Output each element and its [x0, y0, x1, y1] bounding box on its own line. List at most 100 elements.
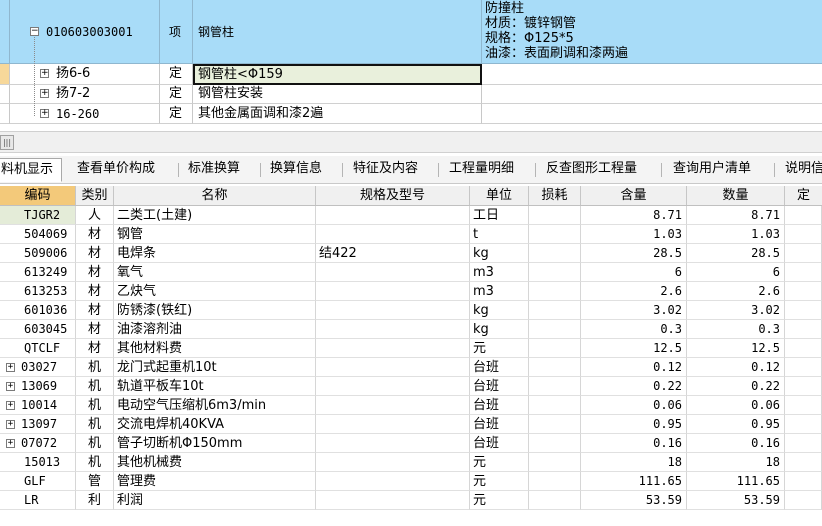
cell-fixed[interactable] [785, 282, 822, 301]
cell-name[interactable]: 利润 [114, 491, 316, 510]
quota-code-cell[interactable]: + 扬7-2 [10, 85, 160, 104]
cell-content[interactable]: 0.06 [581, 396, 687, 415]
cell-code[interactable]: GLF [0, 472, 76, 491]
cell-unit[interactable]: 台班 [470, 358, 529, 377]
cell-unit[interactable]: 元 [470, 339, 529, 358]
header-category[interactable]: 类别 [76, 186, 114, 205]
quota-desc-cell[interactable] [482, 85, 822, 104]
quota-code-cell[interactable]: + 扬6-6 [10, 64, 160, 85]
cell-name[interactable]: 二类工(土建) [114, 206, 316, 225]
cell-unit[interactable]: 台班 [470, 415, 529, 434]
cell-name[interactable]: 乙炔气 [114, 282, 316, 301]
cell-quantity[interactable]: 1.03 [687, 225, 785, 244]
cell-content[interactable]: 0.22 [581, 377, 687, 396]
cell-content[interactable]: 53.59 [581, 491, 687, 510]
table-row[interactable]: +13097 机 交流电焊机40KVA 台班 0.95 0.95 [0, 415, 822, 434]
cell-unit[interactable]: 台班 [470, 434, 529, 453]
cell-loss[interactable] [529, 472, 581, 491]
horizontal-scrollbar[interactable]: ||| [0, 131, 822, 153]
table-row[interactable]: 15013 机 其他机械费 元 18 18 [0, 453, 822, 472]
cell-spec[interactable] [316, 358, 470, 377]
expand-icon[interactable]: + [6, 382, 15, 391]
cell-spec[interactable] [316, 263, 470, 282]
cell-category[interactable]: 材 [76, 244, 114, 263]
cell-quantity[interactable]: 53.59 [687, 491, 785, 510]
cell-quantity[interactable]: 3.02 [687, 301, 785, 320]
cell-name[interactable]: 交流电焊机40KVA [114, 415, 316, 434]
tab-description[interactable]: 说明信 [785, 158, 822, 182]
table-row[interactable]: LR 利 利润 元 53.59 53.59 [0, 491, 822, 510]
cell-name[interactable]: 轨道平板车10t [114, 377, 316, 396]
cell-content[interactable]: 0.95 [581, 415, 687, 434]
cell-unit[interactable]: 台班 [470, 377, 529, 396]
tab-standard-conversion[interactable]: 标准换算 [188, 158, 240, 182]
cell-code[interactable]: 504069 [0, 225, 76, 244]
cell-content[interactable]: 0.16 [581, 434, 687, 453]
cell-category[interactable]: 材 [76, 301, 114, 320]
cell-content[interactable]: 0.12 [581, 358, 687, 377]
table-row[interactable]: 603045 材 油漆溶剂油 kg 0.3 0.3 [0, 320, 822, 339]
cell-spec[interactable] [316, 453, 470, 472]
table-row[interactable]: +13069 机 轨道平板车10t 台班 0.22 0.22 [0, 377, 822, 396]
tab-graphic-quantity[interactable]: 反查图形工程量 [546, 158, 637, 182]
cell-loss[interactable] [529, 263, 581, 282]
table-row[interactable]: +07072 机 管子切断机Φ150mm 台班 0.16 0.16 [0, 434, 822, 453]
cell-code[interactable]: 509006 [0, 244, 76, 263]
cell-quantity[interactable]: 0.16 [687, 434, 785, 453]
table-row[interactable]: +03027 机 龙门式起重机10t 台班 0.12 0.12 [0, 358, 822, 377]
cell-quantity[interactable]: 0.22 [687, 377, 785, 396]
cell-unit[interactable]: 元 [470, 472, 529, 491]
cell-loss[interactable] [529, 320, 581, 339]
quota-row[interactable]: + 16-260 定 其他金属面调和漆2遍 [0, 104, 822, 124]
cell-name[interactable]: 防锈漆(铁红) [114, 301, 316, 320]
cell-code[interactable]: 613249 [0, 263, 76, 282]
cell-loss[interactable] [529, 225, 581, 244]
cell-content[interactable]: 18 [581, 453, 687, 472]
cell-spec[interactable] [316, 282, 470, 301]
cell-content[interactable]: 2.6 [581, 282, 687, 301]
table-row[interactable]: TJGR2 人 二类工(土建) 工日 8.71 8.71 [0, 206, 822, 225]
cell-spec[interactable] [316, 472, 470, 491]
cell-quantity[interactable]: 18 [687, 453, 785, 472]
cell-spec[interactable]: 结422 [316, 244, 470, 263]
expand-icon[interactable]: + [6, 401, 15, 410]
cell-name[interactable]: 氧气 [114, 263, 316, 282]
cell-unit[interactable]: kg [470, 244, 529, 263]
tab-quantity-detail[interactable]: 工程量明细 [449, 158, 514, 182]
header-fixed[interactable]: 定 [785, 186, 822, 205]
cell-content[interactable]: 12.5 [581, 339, 687, 358]
quota-code-cell[interactable]: + 16-260 [10, 104, 160, 124]
table-row[interactable]: +10014 机 电动空气压缩机6m3/min 台班 0.06 0.06 [0, 396, 822, 415]
cell-category[interactable]: 材 [76, 263, 114, 282]
quota-name-cell[interactable]: 钢管柱安装 [193, 85, 482, 104]
tab-conversion-info[interactable]: 换算信息 [270, 158, 322, 182]
cell-fixed[interactable] [785, 415, 822, 434]
tab-user-list[interactable]: 查询用户清单 [673, 158, 751, 182]
cell-code[interactable]: QTCLF [0, 339, 76, 358]
cell-content[interactable]: 1.03 [581, 225, 687, 244]
cell-category[interactable]: 利 [76, 491, 114, 510]
cell-quantity[interactable]: 0.06 [687, 396, 785, 415]
cell-name[interactable]: 钢管 [114, 225, 316, 244]
cell-unit[interactable]: kg [470, 301, 529, 320]
cell-name[interactable]: 其他机械费 [114, 453, 316, 472]
cell-code[interactable]: +03027 [0, 358, 76, 377]
cell-unit[interactable]: 台班 [470, 396, 529, 415]
cell-category[interactable]: 管 [76, 472, 114, 491]
cell-fixed[interactable] [785, 396, 822, 415]
cell-spec[interactable] [316, 396, 470, 415]
cell-name[interactable]: 管理费 [114, 472, 316, 491]
header-code[interactable]: 编码 [0, 186, 76, 205]
header-unit[interactable]: 单位 [470, 186, 529, 205]
cell-content[interactable]: 6 [581, 263, 687, 282]
cell-spec[interactable] [316, 339, 470, 358]
table-row[interactable]: 504069 材 钢管 t 1.03 1.03 [0, 225, 822, 244]
expand-icon[interactable]: + [6, 363, 15, 372]
cell-spec[interactable] [316, 415, 470, 434]
cell-name[interactable]: 油漆溶剂油 [114, 320, 316, 339]
cell-quantity[interactable]: 0.12 [687, 358, 785, 377]
bill-row-main[interactable]: − 010603003001 项 钢管柱 防撞柱 材质：镀锌钢管 规格：Φ125… [0, 0, 822, 64]
cell-loss[interactable] [529, 301, 581, 320]
quota-row[interactable]: + 扬6-6 定 钢管柱<Φ159 [0, 64, 822, 85]
cell-quantity[interactable]: 8.71 [687, 206, 785, 225]
